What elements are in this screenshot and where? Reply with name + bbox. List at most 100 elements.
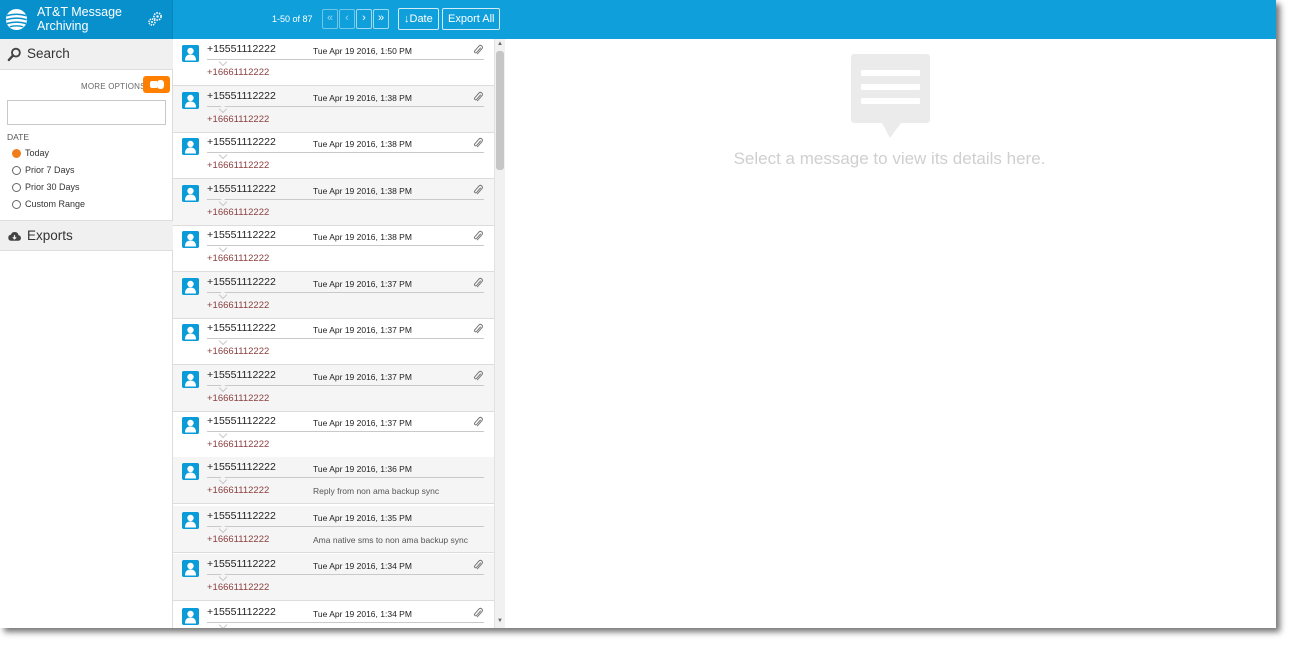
message-row[interactable]: +15551112222 Tue Apr 19 2016, 1:37 PM +166…	[173, 272, 494, 319]
message-divider	[207, 385, 484, 386]
message-sender: +15551112222	[207, 558, 276, 570]
message-recipient: +16661112222	[207, 67, 270, 78]
message-row[interactable]: +15551112222 Tue Apr 19 2016, 1:38 PM +166…	[173, 86, 494, 133]
message-detail-pane: Select a message to view its details her…	[506, 39, 1276, 628]
message-row[interactable]: +15551112222 Tue Apr 19 2016, 1:38 PM +166…	[173, 132, 494, 179]
message-date: Tue Apr 19 2016, 1:35 PM	[313, 513, 412, 523]
message-recipient: +16661112222	[207, 485, 270, 496]
scroll-up-arrow-icon[interactable]: ▲	[495, 41, 505, 47]
gears-icon[interactable]	[147, 11, 163, 27]
message-row[interactable]: +15551112222 Tue Apr 19 2016, 1:34 PM +166…	[173, 554, 494, 601]
prev-page-button[interactable]: ‹	[339, 9, 355, 29]
date-option-label: Today	[25, 148, 50, 158]
person-icon	[182, 371, 199, 388]
message-divider	[207, 199, 484, 200]
message-divider	[207, 338, 484, 339]
more-options-label: MORE OPTIONS	[81, 82, 146, 91]
first-page-button[interactable]: «	[322, 9, 338, 29]
page-count: 1-50 of 87	[272, 14, 313, 24]
paperclip-icon	[474, 323, 483, 334]
scroll-thumb[interactable]	[496, 51, 504, 170]
message-recipient: +16661112222	[207, 393, 270, 404]
message-divider	[207, 526, 484, 527]
message-recipient: +16661112222	[207, 439, 270, 450]
message-row[interactable]: +15551112222 Tue Apr 19 2016, 1:34 PM	[173, 602, 494, 628]
message-recipient: +16661112222	[207, 253, 270, 264]
scroll-down-arrow-icon[interactable]: ▼	[495, 617, 505, 625]
message-sender: +15551112222	[207, 369, 276, 381]
message-date: Tue Apr 19 2016, 1:36 PM	[313, 464, 412, 474]
paperclip-icon	[474, 416, 483, 427]
paperclip-icon	[474, 230, 483, 241]
message-divider	[207, 622, 484, 623]
toggle-track	[150, 81, 157, 88]
message-divider	[207, 477, 484, 478]
message-row[interactable]: +15551112222 Tue Apr 19 2016, 1:38 PM +166…	[173, 225, 494, 272]
radio-unselected	[12, 183, 21, 192]
message-row[interactable]: +15551112222 Tue Apr 19 2016, 1:35 PM +166…	[173, 506, 494, 553]
message-recipient: +16661112222	[207, 160, 270, 171]
message-snippet: Ama native sms to non ama backup sync	[313, 535, 468, 545]
sort-date-button[interactable]: ↓Date	[398, 8, 439, 30]
top-header: AT&T Message Archiving 1-50 of 87 « ‹ › …	[0, 0, 1276, 39]
person-icon	[182, 185, 199, 202]
paperclip-icon	[474, 607, 483, 618]
app-title: AT&T Message Archiving	[37, 5, 122, 33]
message-sender: +15551112222	[207, 322, 276, 334]
message-date: Tue Apr 19 2016, 1:50 PM	[313, 46, 412, 56]
message-list-scrollbar[interactable]: ▲ ▼	[494, 39, 505, 628]
message-row[interactable]: +15551112222 Tue Apr 19 2016, 1:37 PM +166…	[173, 365, 494, 412]
message-divider	[207, 292, 484, 293]
paperclip-icon	[474, 91, 483, 102]
message-date: Tue Apr 19 2016, 1:38 PM	[313, 93, 412, 103]
magnifier-icon	[7, 47, 21, 62]
empty-state-text: Select a message to view its details her…	[733, 149, 1046, 168]
message-row[interactable]: +15551112222 Tue Apr 19 2016, 1:50 PM +166…	[173, 39, 494, 86]
person-icon	[182, 45, 199, 62]
next-page-button[interactable]: ›	[356, 9, 372, 29]
message-date: Tue Apr 19 2016, 1:37 PM	[313, 418, 412, 428]
message-row[interactable]: +15551112222 Tue Apr 19 2016, 1:37 PM +166…	[173, 411, 494, 458]
message-date: Tue Apr 19 2016, 1:37 PM	[313, 279, 412, 289]
person-icon	[182, 231, 199, 248]
message-row[interactable]: +15551112222 Tue Apr 19 2016, 1:38 PM +166…	[173, 179, 494, 226]
message-recipient: +16661112222	[207, 114, 270, 125]
search-section-header[interactable]: Search	[0, 39, 173, 70]
message-sender: +15551112222	[207, 229, 276, 241]
message-row[interactable]: +15551112222 Tue Apr 19 2016, 1:37 PM +166…	[173, 318, 494, 365]
radio-unselected	[12, 166, 21, 175]
person-icon	[182, 608, 199, 625]
message-recipient: +16661112222	[207, 582, 270, 593]
message-sender: +15551112222	[207, 43, 276, 55]
export-all-button[interactable]: Export All	[442, 8, 501, 30]
message-divider	[207, 431, 484, 432]
person-icon	[182, 324, 199, 341]
message-sender: +15551112222	[207, 415, 276, 427]
message-divider	[207, 245, 484, 246]
message-date: Tue Apr 19 2016, 1:34 PM	[313, 609, 412, 619]
message-date: Tue Apr 19 2016, 1:38 PM	[313, 139, 412, 149]
message-date: Tue Apr 19 2016, 1:38 PM	[313, 186, 412, 196]
message-snippet: Reply from non ama backup sync	[313, 486, 440, 496]
search-input[interactable]	[7, 100, 166, 125]
message-date: Tue Apr 19 2016, 1:37 PM	[313, 372, 412, 382]
more-options-toggle[interactable]	[143, 76, 170, 93]
paperclip-icon	[474, 559, 483, 570]
message-recipient: +16661112222	[207, 207, 270, 218]
message-sender: +15551112222	[207, 276, 276, 288]
message-recipient: +16661112222	[207, 300, 270, 311]
date-option-label: Prior 30 Days	[25, 182, 80, 192]
message-bubble-icon	[851, 54, 930, 138]
exports-section-label: Exports	[27, 228, 73, 243]
person-icon	[182, 417, 199, 434]
brand-area: AT&T Message Archiving	[0, 0, 173, 39]
paperclip-icon	[474, 44, 483, 55]
last-page-button[interactable]: »	[373, 9, 389, 29]
message-divider	[207, 152, 484, 153]
message-row[interactable]: +15551112222 Tue Apr 19 2016, 1:36 PM +166…	[173, 457, 494, 504]
paperclip-icon	[474, 137, 483, 148]
message-divider	[207, 106, 484, 107]
exports-section-header[interactable]: Exports	[0, 220, 173, 251]
person-icon	[182, 278, 199, 295]
date-option-label: Prior 7 Days	[25, 165, 75, 175]
